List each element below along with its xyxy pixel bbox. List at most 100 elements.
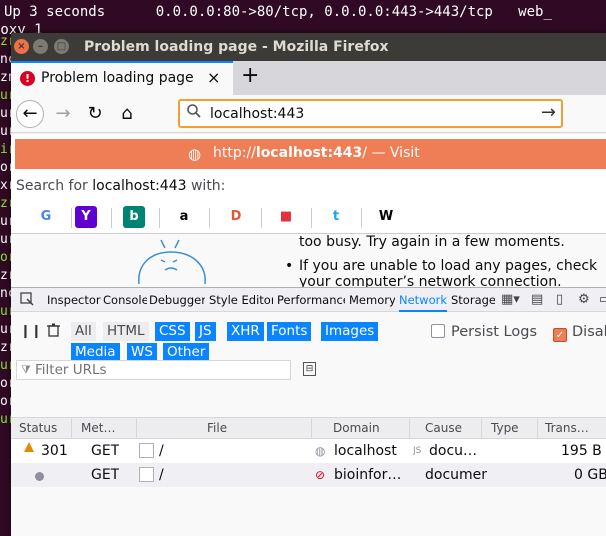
column-divider [409, 418, 410, 438]
persist-logs-checkbox[interactable]: Persist Logs [431, 324, 537, 340]
checkbox-checked-icon: ✓ [553, 328, 567, 342]
error-icon: ! [20, 71, 35, 86]
engine-separator [71, 208, 72, 228]
file-thumbnail-icon [139, 467, 154, 482]
network-filter-bar: ❙❙ All HTML CSS JS XHR Fonts Images Media WS Othe… [11, 312, 606, 362]
filter-urls-field[interactable]: ⧩ [16, 360, 291, 380]
globe-icon: ◍ [315, 444, 326, 458]
devtools-tab-inspector[interactable]: Inspector [47, 293, 101, 307]
pause-icon[interactable]: ❙❙ [20, 324, 42, 339]
js-icon: JS [413, 446, 422, 456]
row-status: 301 [41, 443, 68, 459]
url-bar[interactable]: → [178, 99, 563, 128]
error-page-content: too busy. Try again in a few moments. • … [11, 234, 606, 288]
url-suggestions-dropdown: ◍ http://localhost:443/ — Visit Search f… [11, 134, 606, 234]
column-status[interactable]: Status [19, 421, 57, 435]
disable-cache-checkbox[interactable]: ✓Disab [553, 324, 606, 342]
warning-triangle-icon [24, 442, 34, 452]
row-file: / [159, 443, 164, 459]
devtools-tab-performance[interactable]: Performance [277, 293, 345, 307]
row-domain: bioinfor… [334, 467, 402, 483]
blocked-lock-icon: ⊘ [315, 468, 326, 482]
filter-images-button[interactable]: Images [321, 322, 379, 341]
devtools-toolbar: Inspector Console Debugger Style Editor Perf… [11, 288, 606, 312]
tab-problem-loading[interactable]: ! Problem loading page × [11, 61, 233, 95]
back-button[interactable]: ← [16, 100, 44, 128]
terminal-top-line: Up 3 seconds 0.0.0.0:80->80/tcp, 0.0.0.0… [4, 4, 552, 20]
twitter-icon[interactable]: t [325, 206, 347, 228]
ebay-icon[interactable]: ■ [275, 206, 297, 228]
filter-urls-input[interactable] [35, 362, 285, 378]
console-split-icon[interactable]: ▤ [531, 292, 543, 307]
devtools-tab-console[interactable]: Console [103, 293, 147, 307]
window-title: Problem loading page - Mozilla Firefox [84, 39, 389, 55]
column-file[interactable]: File [207, 421, 227, 435]
dock-icon[interactable]: ▭ [599, 292, 606, 307]
row-cause: document [425, 467, 487, 483]
visit-url-text: http://localhost:443/ — Visit [213, 145, 420, 161]
filter-fonts-button[interactable]: Fonts [267, 322, 312, 341]
row-transferred: 0 GB [574, 467, 606, 483]
bing-icon[interactable]: b [123, 206, 145, 228]
column-method[interactable]: Met… [81, 421, 115, 435]
wikipedia-icon[interactable]: W [375, 206, 397, 228]
yahoo-icon[interactable]: Y [75, 206, 97, 228]
column-divider [311, 418, 312, 438]
amazon-icon[interactable]: a [173, 206, 195, 228]
element-picker-icon[interactable] [20, 292, 34, 306]
duckduckgo-icon[interactable]: D [225, 206, 247, 228]
url-input[interactable] [210, 104, 530, 124]
new-tab-button[interactable]: + [241, 63, 259, 88]
tab-label: Problem loading page [41, 70, 194, 86]
filter-all-button[interactable]: All [71, 322, 96, 341]
engine-separator [361, 208, 362, 228]
table-row[interactable]: GET / ⊘ bioinfor… document 0 GB [11, 463, 606, 487]
filter-css-button[interactable]: CSS [155, 322, 190, 341]
checkbox-unchecked-icon [431, 324, 445, 338]
column-transferred[interactable]: Trans… [545, 421, 589, 435]
error-tip-line: If you are unable to load any pages, che… [299, 258, 598, 274]
navigation-toolbar: ← → ↻ ⌂ → [11, 95, 606, 133]
column-divider [71, 418, 72, 438]
window-minimize-button[interactable]: – [33, 39, 48, 54]
forward-button[interactable]: → [49, 100, 77, 128]
engine-separator [159, 208, 160, 228]
window-titlebar[interactable]: × – □ Problem loading page - Mozilla Fir… [11, 33, 606, 61]
devtools-tab-style-editor[interactable]: Style Editor [209, 293, 273, 307]
search-for-label: Search for localhost:443 with: [16, 178, 226, 194]
window-close-button[interactable]: × [14, 39, 29, 54]
home-button[interactable]: ⌂ [113, 100, 141, 128]
google-icon[interactable]: G [35, 206, 57, 228]
column-type[interactable]: Type [491, 421, 519, 435]
search-engine-list: G Yb a D ■ t W [11, 202, 606, 234]
responsive-mode-icon[interactable]: ▯ [556, 292, 563, 307]
devtools-tab-storage[interactable]: Storage [451, 293, 495, 307]
tab-close-icon[interactable]: × [207, 68, 220, 87]
engine-separator [261, 208, 262, 228]
window-maximize-button[interactable]: □ [54, 39, 69, 54]
devtools-tab-network[interactable]: Network [399, 293, 447, 312]
tab-strip: ! Problem loading page × + [11, 61, 606, 95]
layout-dock-icon[interactable]: ▦▾ [501, 292, 520, 307]
reload-button[interactable]: ↻ [81, 100, 109, 128]
table-row[interactable]: 301 GET / ◍ localhost JS docu… 195 B [11, 439, 606, 463]
settings-gear-icon[interactable]: ⚙ [578, 292, 590, 307]
row-domain: localhost [334, 443, 397, 459]
devtools-tab-memory[interactable]: Memory [349, 293, 395, 307]
filter-html-button[interactable]: HTML [103, 322, 149, 341]
column-domain[interactable]: Domain [333, 421, 380, 435]
trash-icon[interactable] [47, 323, 60, 337]
column-cause[interactable]: Cause [425, 421, 462, 435]
row-cause: docu… [429, 443, 478, 459]
filter-js-button[interactable]: JS [195, 322, 216, 341]
devtools-tab-debugger[interactable]: Debugger [149, 293, 205, 307]
error-tip-line-2: your computer’s network connection. [299, 274, 562, 288]
har-import-icon[interactable]: ⊟ [303, 362, 316, 376]
go-arrow-icon[interactable]: → [541, 102, 556, 123]
file-thumbnail-icon [139, 443, 154, 458]
visit-suggestion[interactable]: ◍ http://localhost:443/ — Visit [15, 139, 606, 169]
filter-xhr-button[interactable]: XHR [227, 322, 264, 341]
minimize-icon: – [38, 41, 43, 52]
dinosaur-illustration-icon [138, 239, 206, 284]
column-divider [537, 418, 538, 438]
